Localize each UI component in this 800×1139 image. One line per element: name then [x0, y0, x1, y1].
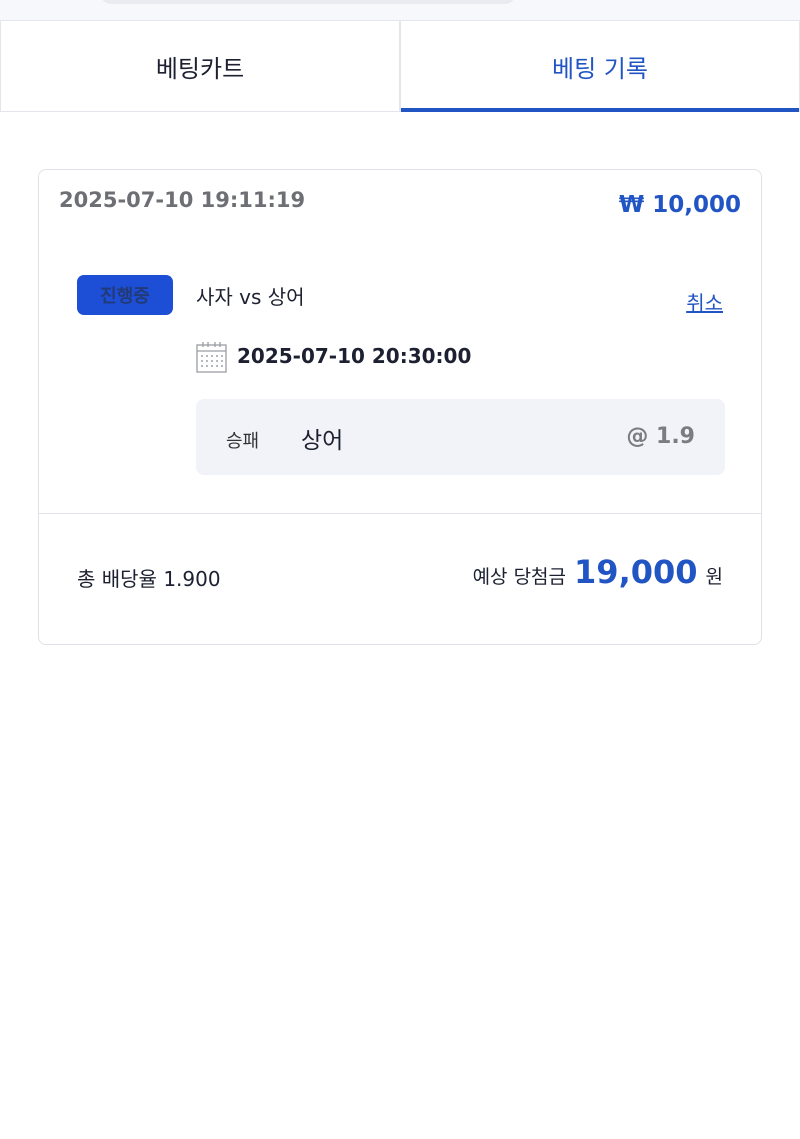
match-title: 사자 vs 상어 [196, 285, 305, 309]
tab-betting-history[interactable]: 베팅 기록 [400, 21, 800, 112]
pick-market: 승패 [226, 431, 260, 452]
pick-odds: @ 1.9 [626, 424, 695, 449]
bet-amount: ₩ 10,000 [618, 192, 741, 218]
pick-box: 승패 상어 @ 1.9 [196, 399, 725, 475]
tab-betting-cart[interactable]: 베팅카트 [0, 21, 400, 111]
game-time: 2025-07-10 20:30:00 [237, 344, 472, 368]
bet-history-card: 2025-07-10 19:11:19 ₩ 10,000 진행중 사자 vs 상… [38, 169, 762, 645]
total-odds: 총 배당율 1.900 [77, 567, 221, 591]
search-bar[interactable] [100, 0, 516, 4]
cancel-link[interactable]: 취소 [686, 287, 723, 316]
top-bar [0, 0, 800, 20]
bet-timestamp: 2025-07-10 19:11:19 [59, 188, 306, 212]
tab-bar: 베팅카트 베팅 기록 [0, 20, 800, 112]
status-badge: 진행중 [77, 275, 173, 315]
expected-winnings-value: 19,000 [574, 553, 698, 591]
expected-winnings: 예상 당첨금 19,000 원 [473, 553, 723, 591]
pick-selection: 상어 [301, 428, 344, 454]
calendar-icon [196, 342, 227, 373]
expected-winnings-label: 예상 당첨금 [472, 566, 567, 588]
expected-winnings-unit: 원 [705, 566, 723, 588]
divider [39, 513, 761, 514]
